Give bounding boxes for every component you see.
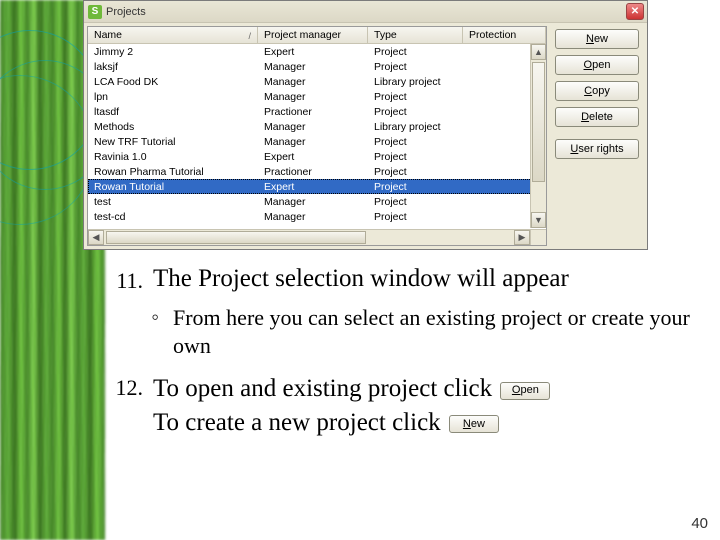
- table-row[interactable]: ltasdfPractionerProject: [88, 104, 546, 119]
- table-cell: Manager: [258, 61, 368, 73]
- table-cell: Project: [368, 181, 463, 193]
- table-cell: test-cd: [88, 211, 258, 223]
- new-button[interactable]: New: [555, 29, 639, 49]
- scroll-up-icon[interactable]: ▲: [531, 44, 546, 60]
- table-cell: Project: [368, 136, 463, 148]
- table-cell: Expert: [258, 181, 368, 193]
- table-cell: Manager: [258, 121, 368, 133]
- table-cell: Library project: [368, 121, 463, 133]
- table-row[interactable]: testManagerProject: [88, 194, 546, 209]
- table-cell: Manager: [258, 91, 368, 103]
- table-row[interactable]: lpnManagerProject: [88, 89, 546, 104]
- projects-dialog: S Projects ✕ Name / Project manager Type…: [83, 0, 648, 250]
- open-button[interactable]: Open: [555, 55, 639, 75]
- inline-new-button[interactable]: New: [449, 415, 499, 433]
- list-number: 12.: [105, 372, 153, 401]
- table-cell: Rowan Pharma Tutorial: [88, 166, 258, 178]
- table-cell: Expert: [258, 151, 368, 163]
- table-cell: Project: [368, 46, 463, 58]
- table-row[interactable]: test-cdManagerProject: [88, 209, 546, 224]
- table-row[interactable]: Rowan Pharma TutorialPractionerProject: [88, 164, 546, 179]
- column-project-manager[interactable]: Project manager: [258, 27, 368, 43]
- table-row[interactable]: MethodsManagerLibrary project: [88, 119, 546, 134]
- table-cell: Project: [368, 91, 463, 103]
- table-cell: Practioner: [258, 166, 368, 178]
- table-cell: Project: [368, 61, 463, 73]
- column-name[interactable]: Name /: [88, 27, 258, 43]
- app-icon: S: [88, 5, 102, 19]
- list-body: To open and existing project click Open …: [153, 372, 716, 440]
- vertical-scrollbar[interactable]: ▲ ▼: [530, 44, 546, 228]
- button-column: New Open Copy Delete User rights: [547, 23, 647, 249]
- user-rights-button[interactable]: User rights: [555, 139, 639, 159]
- inline-open-button[interactable]: Open: [500, 382, 550, 400]
- column-type[interactable]: Type: [368, 27, 463, 43]
- copy-button[interactable]: Copy: [555, 81, 639, 101]
- horizontal-scrollbar[interactable]: ◀ ▶: [88, 229, 530, 245]
- sort-indicator-icon: /: [248, 31, 251, 41]
- table-cell: Manager: [258, 196, 368, 208]
- table-row[interactable]: New TRF TutorialManagerProject: [88, 134, 546, 149]
- table-cell: test: [88, 196, 258, 208]
- page-number: 40: [691, 515, 708, 532]
- list-body: The Project selection window will appear: [153, 265, 569, 294]
- table-cell: Manager: [258, 211, 368, 223]
- sub-bullet: ◦: [105, 304, 173, 360]
- table-cell: Expert: [258, 46, 368, 58]
- table-cell: Ravinia 1.0: [88, 151, 258, 163]
- table-cell: Project: [368, 151, 463, 163]
- table-cell: New TRF Tutorial: [88, 136, 258, 148]
- table-cell: LCA Food DK: [88, 76, 258, 88]
- table-row[interactable]: Ravinia 1.0ExpertProject: [88, 149, 546, 164]
- projects-listview[interactable]: Name / Project manager Type Protection J…: [87, 26, 547, 246]
- table-cell: Project: [368, 166, 463, 178]
- titlebar[interactable]: S Projects ✕: [84, 1, 647, 23]
- scrollbar-thumb[interactable]: [106, 231, 366, 244]
- table-cell: ltasdf: [88, 106, 258, 118]
- table-cell: Manager: [258, 76, 368, 88]
- instruction-text: 11. The Project selection window will ap…: [105, 265, 720, 440]
- table-row[interactable]: LCA Food DKManagerLibrary project: [88, 74, 546, 89]
- table-row[interactable]: Rowan TutorialExpertProject: [88, 179, 546, 194]
- list-number: 11.: [105, 265, 153, 294]
- table-cell: laksjf: [88, 61, 258, 73]
- table-row[interactable]: laksjfManagerProject: [88, 59, 546, 74]
- dialog-title: Projects: [106, 6, 146, 18]
- table-cell: Methods: [88, 121, 258, 133]
- table-cell: Project: [368, 211, 463, 223]
- column-protection[interactable]: Protection: [463, 27, 546, 43]
- table-cell: Project: [368, 106, 463, 118]
- delete-button[interactable]: Delete: [555, 107, 639, 127]
- table-row[interactable]: Jimmy 2ExpertProject: [88, 44, 546, 59]
- table-cell: lpn: [88, 91, 258, 103]
- table-cell: Library project: [368, 76, 463, 88]
- scroll-left-icon[interactable]: ◀: [88, 230, 104, 245]
- table-cell: Jimmy 2: [88, 46, 258, 58]
- table-cell: Rowan Tutorial: [88, 181, 258, 193]
- list-header[interactable]: Name / Project manager Type Protection: [88, 27, 546, 44]
- size-grip-icon[interactable]: [530, 229, 546, 245]
- table-cell: Practioner: [258, 106, 368, 118]
- close-icon[interactable]: ✕: [626, 3, 644, 20]
- sub-body: From here you can select an existing pro…: [173, 304, 716, 360]
- table-cell: Project: [368, 196, 463, 208]
- scrollbar-thumb[interactable]: [532, 62, 545, 182]
- table-cell: Manager: [258, 136, 368, 148]
- scroll-down-icon[interactable]: ▼: [531, 212, 546, 228]
- scroll-right-icon[interactable]: ▶: [514, 230, 530, 245]
